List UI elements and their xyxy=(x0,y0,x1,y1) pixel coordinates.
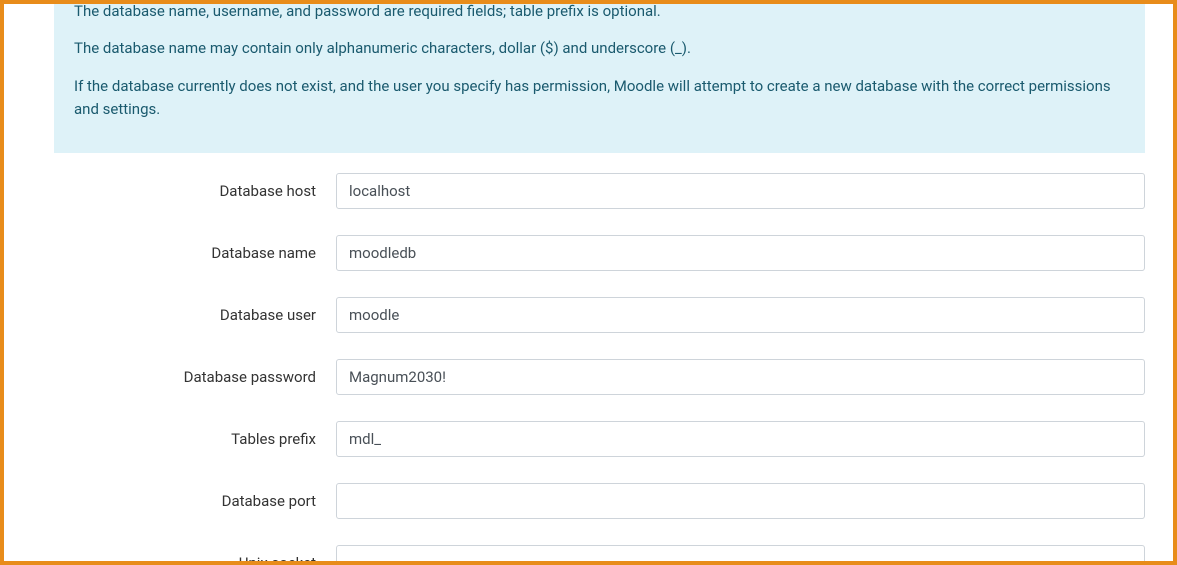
input-prefix[interactable] xyxy=(336,421,1145,457)
input-dbuser[interactable] xyxy=(336,297,1145,333)
label-dbport: Database port xyxy=(54,492,336,510)
page-frame: The database name, username, and passwor… xyxy=(0,0,1177,565)
input-dbname[interactable] xyxy=(336,235,1145,271)
row-dbsocket: Unix socket xyxy=(54,545,1145,565)
label-dbsocket: Unix socket xyxy=(54,554,336,565)
database-settings-form: Database host Database name Database use… xyxy=(4,173,1173,565)
row-dbport: Database port xyxy=(54,483,1145,519)
info-text-chars: The database name may contain only alpha… xyxy=(74,37,1125,60)
input-dbpass[interactable] xyxy=(336,359,1145,395)
info-text-create: If the database currently does not exist… xyxy=(74,75,1125,122)
input-dbport[interactable] xyxy=(336,483,1145,519)
row-dbhost: Database host xyxy=(54,173,1145,209)
label-dbuser: Database user xyxy=(54,306,336,324)
row-dbpass: Database password xyxy=(54,359,1145,395)
row-dbuser: Database user xyxy=(54,297,1145,333)
input-dbhost[interactable] xyxy=(336,173,1145,209)
label-prefix: Tables prefix xyxy=(54,430,336,448)
label-dbpass: Database password xyxy=(54,368,336,386)
info-text-required: The database name, username, and passwor… xyxy=(74,0,1125,23)
label-dbname: Database name xyxy=(54,244,336,262)
row-dbname: Database name xyxy=(54,235,1145,271)
content-wrap: The database name, username, and passwor… xyxy=(4,0,1173,565)
label-dbhost: Database host xyxy=(54,182,336,200)
row-prefix: Tables prefix xyxy=(54,421,1145,457)
info-panel: The database name, username, and passwor… xyxy=(54,0,1145,153)
input-dbsocket[interactable] xyxy=(336,545,1145,565)
